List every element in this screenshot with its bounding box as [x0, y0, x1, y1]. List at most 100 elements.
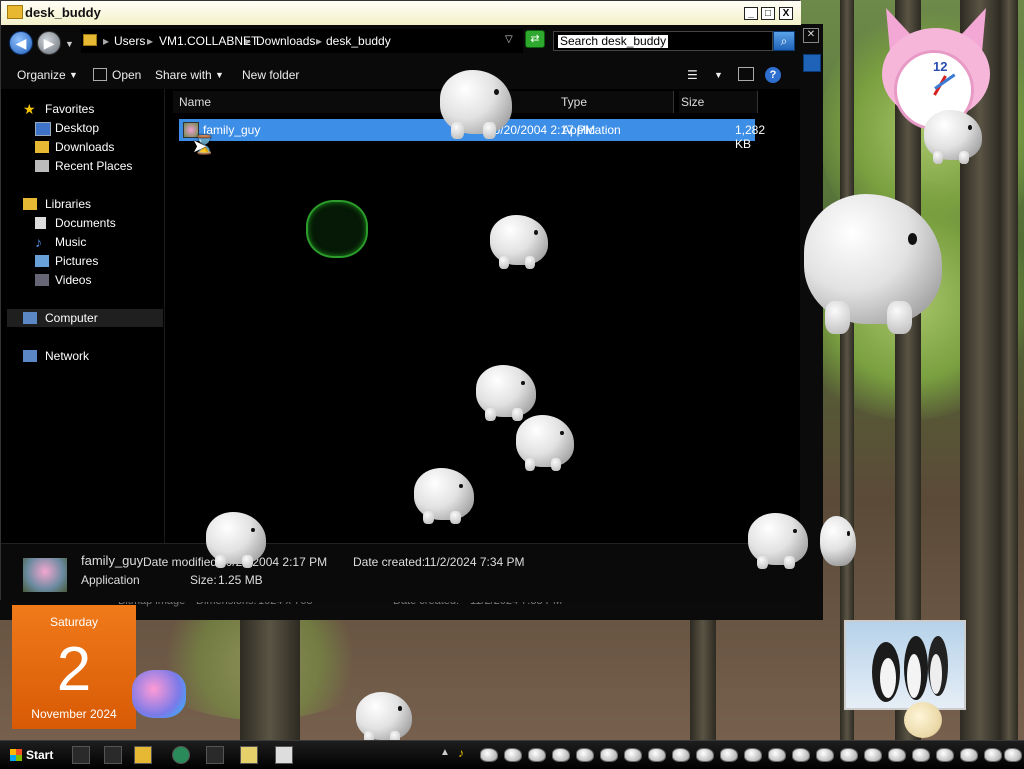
computer-icon [23, 312, 37, 324]
organize-button[interactable]: Organize [17, 68, 66, 82]
search-icon[interactable] [803, 54, 821, 72]
tray-icon[interactable]: ♪ [458, 746, 464, 760]
windows-logo-icon [10, 749, 22, 761]
star-icon: ★ [23, 101, 36, 117]
tray-bear-icon[interactable] [816, 748, 834, 762]
breadcrumb-downloads[interactable]: Downloads [256, 34, 315, 48]
application-icon [23, 558, 67, 592]
search-input[interactable]: Search desk_buddy [553, 31, 773, 51]
start-button[interactable]: Start [4, 745, 59, 765]
tray-bear-icon[interactable] [672, 748, 690, 762]
tray-bear-icon[interactable] [480, 748, 498, 762]
close-button[interactable]: X [779, 7, 793, 20]
explorer-taskbar-icon[interactable] [134, 746, 152, 764]
pictures-icon [35, 255, 49, 267]
column-header-name[interactable]: Name [173, 91, 444, 113]
chevron-down-icon[interactable]: ▼ [714, 70, 723, 80]
details-size-label: Size: [190, 573, 217, 587]
details-created-label: Date created: [353, 555, 426, 569]
tray-bear-icon[interactable] [960, 748, 978, 762]
tray-bear-icon[interactable] [888, 748, 906, 762]
libraries-icon [23, 198, 37, 210]
quicklaunch-icon[interactable] [72, 746, 90, 764]
sidebar-item-label: Desktop [55, 121, 100, 135]
details-created-value: 11/2/2024 7:34 PM [424, 555, 525, 569]
title-bar[interactable]: desk_buddy _ □ X [1, 1, 801, 26]
back-button[interactable]: ◀ [9, 31, 33, 55]
new-folder-button[interactable]: New folder [242, 68, 299, 82]
preview-pane-icon[interactable] [738, 67, 754, 81]
navigation-pane: ★ Favorites Desktop Downloads Recent Pla… [1, 89, 163, 543]
taskbar-icon[interactable] [275, 746, 293, 764]
folder-icon [83, 34, 97, 46]
notepad-taskbar-icon[interactable] [240, 746, 258, 764]
calendar-day: 2 [56, 635, 92, 704]
network-icon [23, 350, 37, 362]
tray-expand-icon[interactable]: ▲ [440, 747, 450, 758]
tray-bear-icon[interactable] [1004, 748, 1022, 762]
calendar-gadget[interactable]: Saturday 2 November 2024 [12, 605, 136, 729]
tray-bear-icon[interactable] [984, 748, 1002, 762]
minimize-button[interactable]: _ [744, 7, 758, 20]
tray-bear-icon[interactable] [600, 748, 618, 762]
tray-bear-icon[interactable] [864, 748, 882, 762]
history-dropdown-icon[interactable]: ▼ [65, 39, 74, 49]
breadcrumb-vm1-collabnet[interactable]: VM1.COLLABNET [159, 34, 258, 48]
command-bar: Organize ▼ Open Share with ▼ New folder … [1, 61, 801, 89]
breadcrumb[interactable]: ▸ Users ▸ VM1.COLLABNET ▸ Downloads ▸ de… [81, 29, 523, 53]
tray-bear-icon[interactable] [552, 748, 570, 762]
forward-button[interactable]: ▶ [37, 31, 61, 55]
rainbow-sprite[interactable] [132, 670, 186, 718]
slideshow-gadget[interactable] [844, 620, 966, 710]
address-bar: ◀ ▶ ▼ ▸ Users ▸ VM1.COLLABNET ▸ Download… [1, 25, 801, 62]
tray-bear-icon[interactable] [936, 748, 954, 762]
taskbar: Start ▲ ♪ [0, 740, 1024, 769]
column-header-type[interactable]: Type [557, 91, 674, 113]
help-icon[interactable]: ? [765, 67, 781, 83]
quicklaunch-icon[interactable] [104, 746, 122, 764]
search-icon[interactable]: ⌕ [773, 31, 795, 51]
tray-bear-icon[interactable] [792, 748, 810, 762]
desktop-icon [35, 122, 51, 136]
tray-bear-icon[interactable] [504, 748, 522, 762]
tray-bear-icon[interactable] [768, 748, 786, 762]
penguins-image [872, 636, 948, 702]
sidebar-item-label: Videos [55, 273, 92, 287]
taskbar-icon[interactable] [206, 746, 224, 764]
maximize-button[interactable]: □ [761, 7, 775, 20]
tray-bear-icon[interactable] [624, 748, 642, 762]
share-with-button[interactable]: Share with [155, 68, 212, 82]
file-list-pane: Name Date modified Type Size family_guy … [164, 89, 800, 543]
tray-bear-icon[interactable] [912, 748, 930, 762]
details-modified-label: Date modified: [143, 555, 221, 569]
tray-bear-icon[interactable] [528, 748, 546, 762]
videos-icon [35, 274, 49, 286]
sidebar-item-label: Documents [55, 216, 116, 230]
sheep-sprite[interactable] [904, 702, 942, 738]
open-icon [93, 68, 107, 81]
refresh-button[interactable]: ⇄ [525, 30, 545, 48]
ghost-bear-sprite [306, 200, 368, 258]
tray-bear-icon[interactable] [648, 748, 666, 762]
address-dropdown-icon[interactable]: ▽ [505, 34, 513, 45]
column-header-size[interactable]: Size [679, 91, 758, 113]
tray-bear-icon[interactable] [696, 748, 714, 762]
sidebar-item-computer[interactable]: Computer [7, 309, 163, 327]
breadcrumb-users[interactable]: Users [114, 34, 145, 48]
sidebar-item-label: Music [55, 235, 87, 249]
tray-bear-icon[interactable] [840, 748, 858, 762]
search-text: Search desk_buddy [557, 34, 670, 49]
window-title: desk_buddy [25, 5, 101, 20]
close-icon[interactable]: ✕ [803, 28, 819, 43]
details-file-name: family_guy [81, 553, 144, 568]
sidebar-item-label: Favorites [45, 102, 95, 116]
browser-taskbar-icon[interactable] [172, 746, 190, 764]
tray-bear-icon[interactable] [744, 748, 762, 762]
sidebar-item-label: Recent Places [55, 159, 133, 173]
tray-bear-icon[interactable] [720, 748, 738, 762]
open-button[interactable]: Open [112, 68, 141, 82]
tray-bear-icon[interactable] [576, 748, 594, 762]
details-type: Application [81, 573, 140, 587]
breadcrumb-desk-buddy[interactable]: desk_buddy [326, 34, 391, 48]
view-options-icon[interactable]: ☰ [687, 68, 698, 82]
